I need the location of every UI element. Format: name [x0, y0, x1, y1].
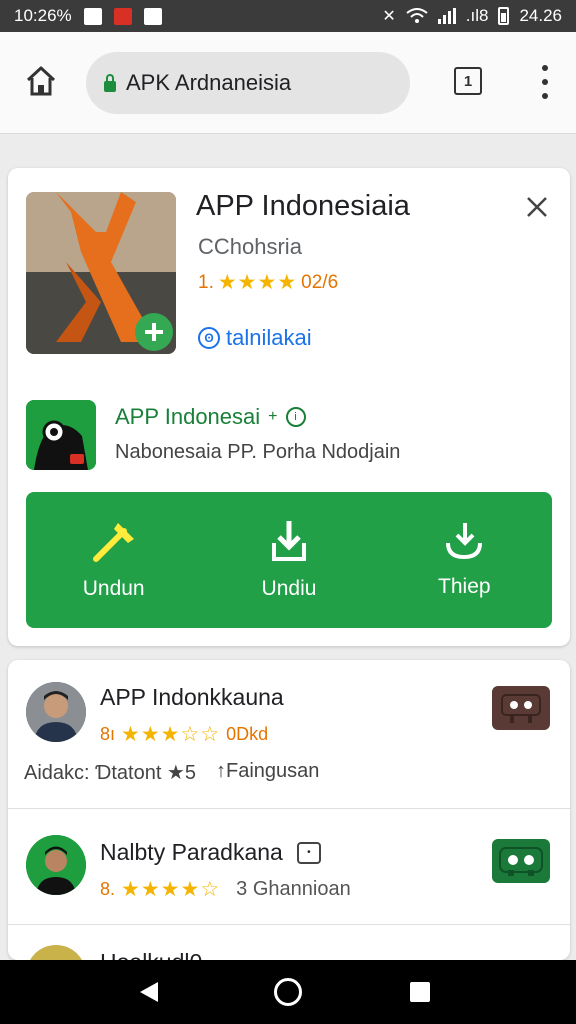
controller-button[interactable]: [492, 839, 550, 883]
list-item-meta: Aidakc: Ɗtatont ★5 ↑Faingusan: [24, 760, 319, 785]
tab-switcher-button[interactable]: 1: [454, 67, 482, 95]
list-item-title: Hoalkudl0: [100, 949, 202, 960]
app-hero-image[interactable]: [26, 192, 176, 354]
developer-meta: Nabonesaia PP. Porha Ndodjain: [115, 441, 401, 463]
action-label: Undun: [82, 577, 145, 600]
robot-icon: [501, 694, 541, 723]
action-bar: Undun Undiu Thiep: [26, 492, 552, 628]
url-text: APK Ardnaneisia: [126, 70, 292, 95]
browser-toolbar: APK Ardnaneisia 1: [0, 32, 576, 134]
rating-suffix: 02/6: [301, 271, 339, 293]
status-bar: 10:26% ✕ .ıl8 24.26: [0, 0, 576, 32]
avatar: [26, 682, 86, 742]
app-card: APP Indonesiaia CChohsria 1. ★★★★ 02/6 ʘ…: [8, 168, 570, 646]
list-item[interactable]: Nalbty Paradkana • 8. ★★★★☆ 3 Ghannioan: [8, 809, 570, 924]
meta-right: ↑Faingusan: [215, 760, 320, 782]
action-undun-button[interactable]: Undun: [26, 492, 201, 628]
recents-button[interactable]: [410, 982, 430, 1002]
home-icon: [26, 66, 56, 96]
dot-icon: [542, 65, 548, 71]
smile-icon: ʘ: [198, 327, 220, 349]
list-item[interactable]: APP Indonkkauna 8ı ★★★☆☆ 0Dkd Aidakc: Ɗt…: [8, 660, 570, 808]
action-label: Undiu: [261, 577, 317, 600]
battery-icon: [498, 7, 510, 25]
app-notification-icon: [113, 7, 132, 25]
star-rating: ★★★★☆: [121, 878, 221, 901]
url-bar[interactable]: APK Ardnaneisia: [86, 52, 410, 114]
info-icon: i: [285, 407, 306, 427]
close-icon: [527, 197, 547, 217]
verified-icon: +: [268, 408, 278, 425]
robot-button[interactable]: [492, 686, 550, 730]
list-item[interactable]: Hoalkudl0: [8, 925, 570, 960]
app-subtitle: CChohsria: [198, 234, 302, 259]
action-label: Thiep: [438, 575, 491, 598]
close-button[interactable]: [520, 190, 554, 224]
back-icon[interactable]: [138, 980, 160, 1004]
list-item-rating: 8. ★★★★☆ 3 Ghannioan: [100, 877, 351, 902]
notification-icon: [83, 7, 102, 25]
status-clock: 24.26: [519, 6, 562, 25]
game-controller-icon: [499, 847, 543, 876]
meta-left: Aidakc: Ɗtatont ★5: [24, 762, 196, 784]
lock-icon: [104, 74, 116, 92]
star-rating: ★★★☆☆: [121, 723, 221, 746]
developer-name-label: APP Indonesai: [115, 404, 261, 429]
system-nav-bar: [0, 960, 576, 1024]
app-rating: 1. ★★★★ 02/6: [198, 270, 338, 295]
rating-prefix: 1.: [198, 271, 214, 293]
star-rating: ★★★★: [217, 271, 298, 294]
network-label: .ıl8: [465, 6, 489, 25]
dot-icon: [542, 79, 548, 85]
action-undiu-button[interactable]: Undiu: [201, 492, 376, 628]
avatar: [26, 945, 86, 960]
rating-extra: 0Dkd: [226, 724, 269, 744]
home-button[interactable]: [20, 60, 62, 102]
rating-number: 8.: [100, 879, 116, 899]
list-item-title: Nalbty Paradkana •: [100, 839, 321, 866]
app-tag-link[interactable]: ʘ talnilakai: [198, 325, 312, 351]
external-link-icon: •: [296, 841, 321, 864]
developer-name[interactable]: APP Indonesai + i: [115, 404, 306, 430]
list-item-title-label: Nalbty Paradkana: [100, 839, 283, 865]
rating-number: 8ı: [100, 724, 116, 744]
overflow-menu-button[interactable]: [530, 65, 560, 99]
rating-extra: 3 Ghannioan: [236, 878, 351, 900]
list-item-rating: 8ı ★★★☆☆ 0Dkd: [100, 722, 268, 747]
signal-icon: [437, 8, 456, 24]
hammer-icon: [92, 523, 134, 562]
media-notification-icon: [143, 7, 162, 25]
action-thiep-button[interactable]: Thiep: [377, 492, 552, 628]
status-time: 10:26%: [14, 6, 72, 25]
avatar: [26, 835, 86, 895]
app-title: APP Indonesiaia: [196, 190, 410, 222]
developer-logo[interactable]: [26, 400, 96, 470]
home-nav-button[interactable]: [274, 978, 302, 1006]
download-icon: [271, 521, 306, 561]
mute-icon: ✕: [382, 8, 396, 25]
download-tray-icon: [446, 523, 483, 560]
app-list: APP Indonkkauna 8ı ★★★☆☆ 0Dkd Aidakc: Ɗt…: [8, 660, 570, 960]
dot-icon: [542, 93, 548, 99]
list-item-title: APP Indonkkauna: [100, 684, 284, 710]
tag-label: talnilakai: [226, 325, 312, 350]
wifi-icon: [406, 8, 428, 23]
